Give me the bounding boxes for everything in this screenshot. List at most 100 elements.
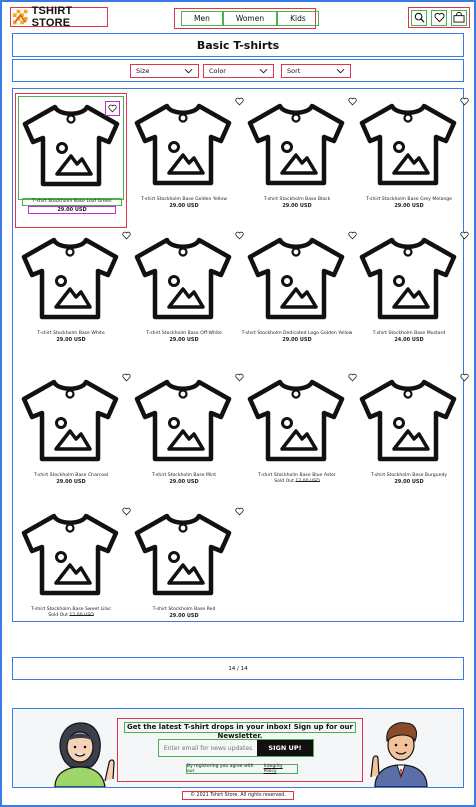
product-price: 29.00 USD [169,203,199,209]
tshirt-placeholder-image [134,379,232,462]
color-select[interactable]: Color [203,64,274,78]
tshirt-placeholder-image [247,379,345,462]
product-price: 29.00 USD [56,479,86,485]
size-select-label: Size [136,67,150,75]
product-info: T-shirt Stockholm Base Mustard 24.00 USD [353,331,465,343]
woman-avatar-illustration [54,722,115,787]
page-title: Basic T-shirts [196,38,280,52]
sold-out-text: Sold Out 12.00 USD [274,479,320,484]
heart-icon[interactable] [108,104,117,113]
logo[interactable]: TSHIRT STORE [10,5,108,29]
cart-button[interactable] [451,9,467,26]
product-price: 29.00 USD [282,337,312,343]
product-price: 29.00 USD [169,479,199,485]
search-icon [414,12,425,23]
sort-select[interactable]: Sort [281,64,351,78]
tshirt-placeholder-image [134,103,232,186]
size-select[interactable]: Size [130,64,199,78]
product-info: T-shirt Stockholm Base Grey Melange 29.00… [353,197,465,209]
nav-men[interactable]: Men [181,11,223,26]
tshirt-placeholder-image [134,237,232,320]
product-price: 29.00 USD [394,479,424,485]
nav-women[interactable]: Women [222,11,278,26]
wishlist-button[interactable] [431,9,447,26]
newsletter-section: Get the latest T-shirt drops in your inb… [12,708,464,788]
header: TSHIRT STORE Men Women Kids [4,4,472,30]
product-name[interactable]: T-shirt Stockholm Base Leaf Green [22,198,122,206]
tshirt-placeholder-image [359,379,457,462]
tshirt-placeholder-image [21,513,119,596]
product-price: 29.00 USD [394,203,424,209]
tshirt-placeholder-image [359,103,457,186]
product-info: T-shirt Stockholm Base Red 29.00 USD [128,607,240,619]
heart-icon [434,12,444,23]
product-price: 29.00 USD [282,203,312,209]
product-card[interactable]: T-shirt Stockholm Base Grey Melange 29.00… [353,93,469,228]
cart-icon [453,12,465,23]
product-card[interactable]: T-shirt Stockholm Base Sweet Lilac Sold O… [15,503,131,638]
newsletter-form: SIGN UP! [158,739,314,757]
product-price: 29.00 USD [169,337,199,343]
product-grid: T-shirt Stockholm Base Leaf Green 29.00 U… [12,88,469,622]
product-card[interactable]: T-shirt Stockholm Base Burgundy 29.00 USD [353,369,469,504]
product-card[interactable]: T-shirt Stockholm Dedicated Logo Golden … [241,227,357,362]
product-info: T-shirt Stockholm Base Golden Yellow 29.0… [128,197,240,209]
man-avatar-illustration [370,722,428,787]
product-price: 29.00 USD [28,206,116,214]
nav-kids[interactable]: Kids [277,11,319,26]
product-info: T-shirt Stockholm Base Burgundy 29.00 USD [353,473,465,485]
product-card[interactable]: T-shirt Stockholm Base Red 29.00 USD [128,503,244,638]
product-info: T-shirt Stockholm Base Charcoal 29.00 USD [15,473,127,485]
header-icons [408,7,470,28]
sold-out-label: Sold Out [48,613,68,618]
page-indicator: 14 / 14 [228,665,248,672]
product-info: T-shirt Stockholm Base Off-White 29.00 US… [128,331,240,343]
product-card[interactable]: T-shirt Stockholm Base Mint 29.00 USD [128,369,244,504]
tshirt-placeholder-image [247,103,345,186]
heart-icon[interactable] [460,97,469,106]
tshirt-placeholder-image [21,379,119,462]
newsletter-box: Get the latest T-shirt drops in your inb… [117,718,363,782]
heart-icon[interactable] [460,231,469,240]
newsletter-heading: Get the latest T-shirt drops in your inb… [124,722,356,740]
pagination: 14 / 14 [12,657,464,680]
footer-copyright: © 2021 Tshirt Store. All rights reserved… [182,791,294,800]
product-card[interactable]: T-shirt Stockholm Base Off-White 29.00 US… [128,227,244,362]
tshirt-placeholder-image [134,513,232,596]
newsletter-terms: By registering you agree with our Integr… [186,764,298,774]
search-button[interactable] [411,9,427,26]
product-info: T-shirt Stockholm Base Black 29.00 USD [241,197,353,209]
logo-checker-icon [13,9,28,25]
sign-up-button[interactable]: SIGN UP! [257,740,313,756]
tshirt-placeholder-image [21,237,119,320]
sort-select-label: Sort [287,67,301,75]
product-info: T-shirt Stockholm Base Blue Aster Sold Ou… [241,473,353,485]
heart-icon[interactable] [460,373,469,382]
heart-icon[interactable] [235,507,244,516]
product-info: T-shirt Stockholm Base Sweet Lilac Sold O… [15,607,127,619]
sold-out-text: Sold Out 12.00 USD [48,613,94,618]
integrity-policy-link[interactable]: Integrity Policy [264,764,297,774]
logo-text: TSHIRT STORE [31,5,73,29]
newsletter-email-input[interactable] [159,740,257,756]
product-price: 29.00 USD [56,337,86,343]
product-card[interactable]: T-shirt Stockholm Base White 29.00 USD [15,227,131,362]
product-card[interactable]: T-shirt Stockholm Base Blue Aster Sold Ou… [241,369,357,504]
tshirt-placeholder-image [247,237,345,320]
product-info: T-shirt Stockholm Base White 29.00 USD [15,331,127,343]
product-card[interactable]: T-shirt Stockholm Base Golden Yellow 29.0… [128,93,244,228]
product-card[interactable]: T-shirt Stockholm Base Charcoal 29.00 USD [15,369,131,504]
main-nav: Men Women Kids [174,8,319,29]
filter-bar: Size Color Sort [12,59,464,82]
color-select-label: Color [209,67,226,75]
product-info: T-shirt Stockholm Base Mint 29.00 USD [128,473,240,485]
product-card[interactable]: T-shirt Stockholm Base Mustard 24.00 USD [353,227,469,362]
old-price: 12.00 USD [295,479,320,484]
sold-out-label: Sold Out [274,479,294,484]
product-card[interactable]: T-shirt Stockholm Base Black 29.00 USD [241,93,357,228]
product-price: 24.00 USD [394,337,424,343]
chevron-down-icon [259,68,268,74]
product-card[interactable]: T-shirt Stockholm Base Leaf Green 29.00 U… [15,93,127,228]
product-price: 29.00 USD [169,613,199,619]
product-info: T-shirt Stockholm Dedicated Logo Golden … [241,331,353,343]
